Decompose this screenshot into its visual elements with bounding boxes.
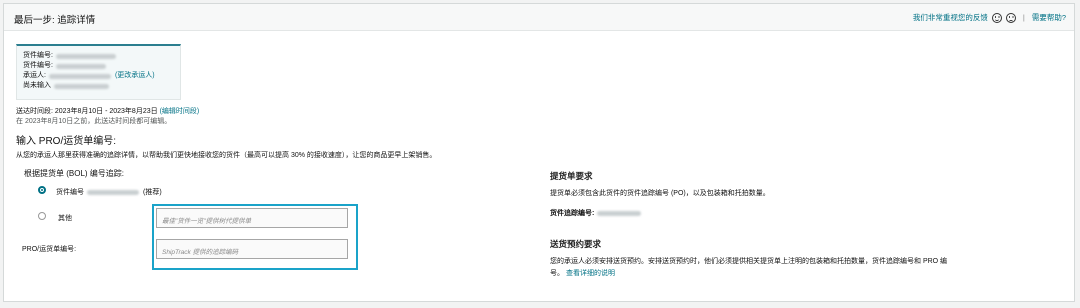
radio-other[interactable] [38,212,46,220]
edit-window-link[interactable]: (编辑时间段) [160,108,200,115]
pro-number-input[interactable]: ShipTrack 提供的追踪编码 [156,239,348,259]
redacted-value [597,210,642,216]
bol-requirements-text: 提货单必须包含此货件的货件追踪编号 (PO)，以及包装箱和托拍数量。 [550,190,770,197]
appointment-text-end: 号。 [550,270,564,277]
redacted-value [87,189,139,195]
redacted-value [55,63,106,69]
delivery-note: 在 2023年8月10日之前，此送达时间段都可编辑。 [16,118,172,125]
recommended-tag: (推荐) [143,189,162,196]
smiley-sad-icon[interactable] [1005,12,1016,23]
pro-number-label: PRO/运货单编号: [22,246,77,253]
input-section-description: 从您的承运人那里获得准确的追踪详情，以帮助我们更快地接收您的货件（最高可以提高 … [16,152,437,159]
page-title: 最后一步: 追踪详情 [14,15,96,26]
delivery-window: 送达时间段: 2023年8月10日 - 2023年8月23日 (编辑时间段) [16,106,199,116]
redacted-value [55,53,116,59]
header-actions: 我们非常重视您的反馈 | 需要帮助? [913,12,1066,23]
divider: | [1022,13,1025,22]
help-link[interactable]: 需要帮助? [1032,12,1066,23]
radio-shipment-id[interactable] [38,186,46,194]
bol-tracking-label: 根据提货单 (BOL) 编号追踪: [24,169,125,178]
appointment-requirements-line2: 号。 查看详细的说明 [550,268,615,278]
feedback-link[interactable]: 我们非常重视您的反馈 [913,12,988,23]
carrier-label: 承运人: [23,72,46,79]
view-instructions-link[interactable]: 查看详细的说明 [566,270,615,277]
tracking-number-row: 货件追踪编号: [550,208,642,218]
option-shipment-label: 货件编号 [56,189,84,196]
tracking-details-panel: 最后一步: 追踪详情 我们非常重视您的反馈 | 需要帮助? 货件编号: 货件编号… [3,3,1075,302]
other-reference-input[interactable]: 最佳"货件一览"提供树代提供单 [156,208,348,228]
input-section-heading: 输入 PRO/运货单编号: [16,136,117,147]
redacted-value [54,83,109,89]
option-other-label: 其他 [58,215,72,222]
shipment-name-label: 货件编号: [23,62,53,69]
smiley-happy-icon[interactable] [991,12,1002,23]
delivery-window-text: 送达时间段: 2023年8月10日 - 2023年8月23日 [16,108,158,115]
appointment-requirements-title: 送货预约要求 [550,239,602,249]
option-shipment-id: 货件编号 (推荐) [56,187,162,197]
panel-header: 最后一步: 追踪详情 我们非常重视您的反馈 | 需要帮助? [4,4,1074,31]
tracking-number-label: 货件追踪编号: [550,210,595,217]
bol-requirements-title: 提货单要求 [550,171,593,181]
appointment-requirements-text: 您的承运人必须安排送货预约。安排送货预约时，他们必须提供相关提货单上注明的包装箱… [550,258,948,265]
change-carrier-link[interactable]: (更改承运人) [115,71,155,81]
not-entered-label: 尚未输入 [23,82,51,89]
redacted-value [48,73,111,79]
shipment-id-label: 货件编号: [23,52,53,59]
shipment-summary-card: 货件编号: 货件编号: 承运人: (更改承运人) 尚未输入 [16,44,181,100]
